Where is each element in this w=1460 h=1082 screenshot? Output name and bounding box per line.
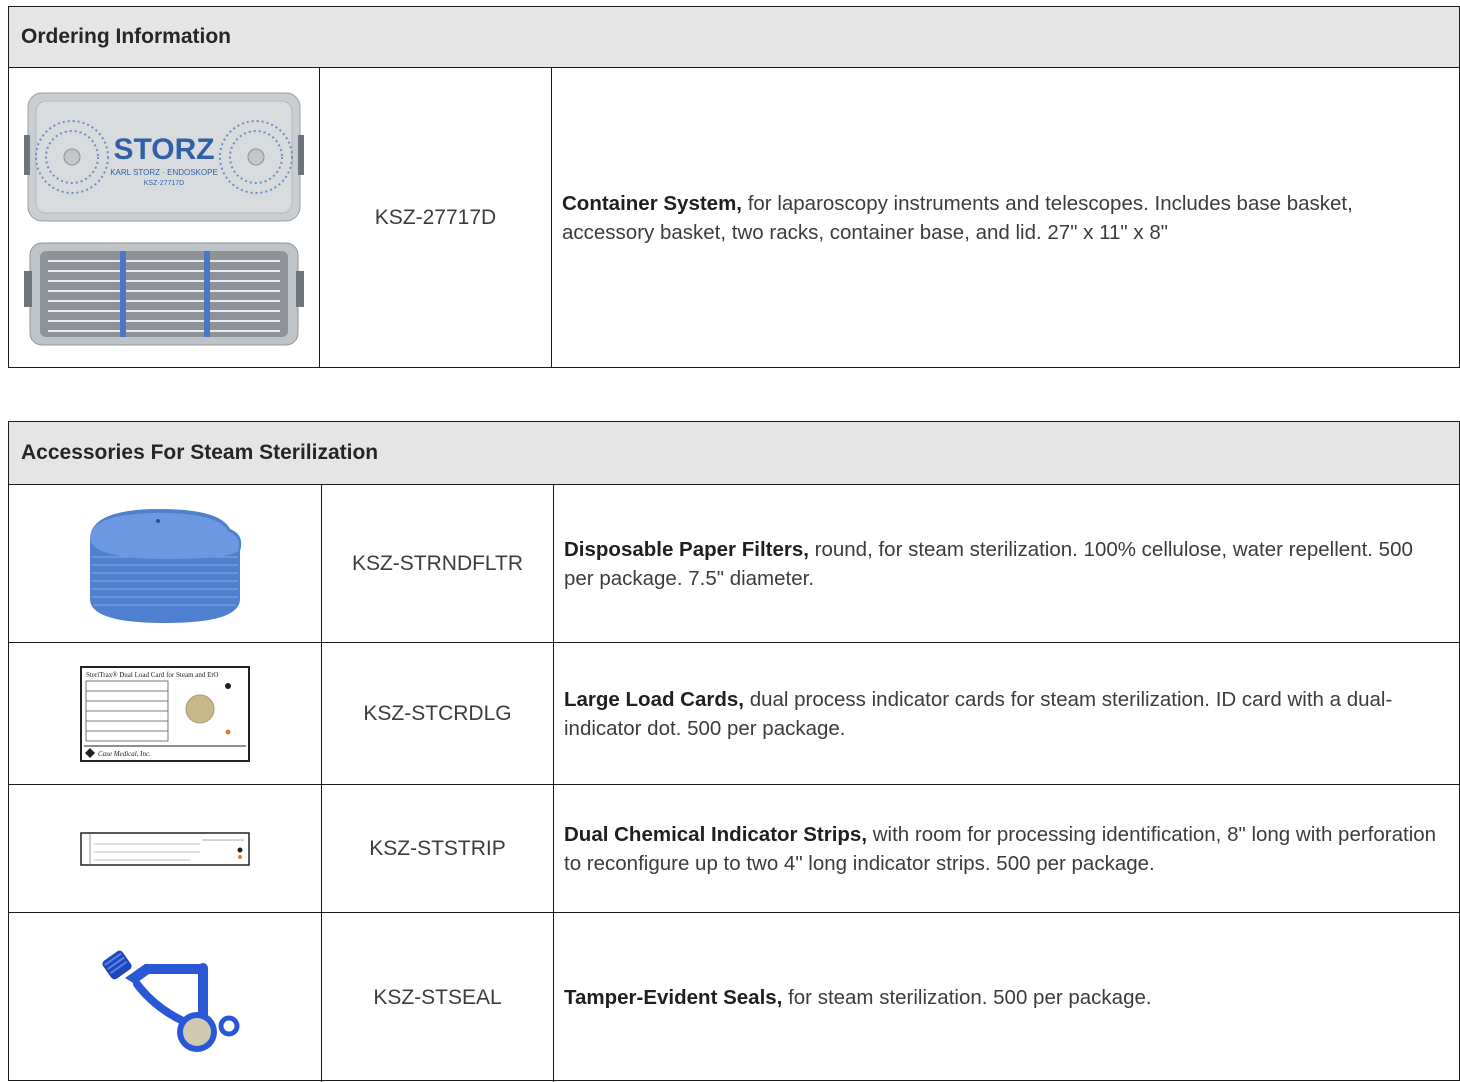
svg-text:SteriTrax® Dual Load Card for: SteriTrax® Dual Load Card for Steam and … [86, 671, 218, 679]
product-image-cell: SteriTrax® Dual Load Card for Steam and … [9, 643, 321, 784]
item-description: Tamper-Evident Seals, for steam steriliz… [553, 913, 1459, 1082]
svg-text:STORZ: STORZ [113, 133, 214, 166]
svg-text:Case Medical, Inc.: Case Medical, Inc. [98, 750, 151, 758]
item-code: KSZ-STSEAL [321, 913, 553, 1082]
item-description: Large Load Cards, dual process indicator… [553, 643, 1459, 784]
item-code: KSZ-27717D [319, 68, 551, 367]
item-code: KSZ-STSTRIP [321, 785, 553, 912]
indicator-strip-image [80, 831, 250, 866]
product-image-cell [9, 485, 321, 642]
load-card-image: SteriTrax® Dual Load Card for Steam and … [80, 665, 250, 762]
tamper-seal-image [102, 950, 240, 1052]
item-description: Dual Chemical Indicator Strips, with roo… [553, 785, 1459, 912]
table-row: KSZ-STRNDFLTR Disposable Paper Filters, … [9, 485, 1459, 643]
paper-filters-image [90, 508, 242, 623]
table-row: KSZ-STSTRIP Dual Chemical Indicator Stri… [9, 785, 1459, 913]
item-description: Container System, for laparoscopy instru… [551, 68, 1459, 367]
item-description: Disposable Paper Filters, round, for ste… [553, 485, 1459, 642]
item-code: KSZ-STCRDLG [321, 643, 553, 784]
item-title: Container System, [562, 191, 742, 215]
item-description-text: for steam sterilization. 500 per package… [782, 986, 1152, 1009]
svg-text:KSZ-27717D: KSZ-27717D [144, 180, 184, 187]
ordering-information-table: Ordering Information STORZ KARL STORZ · … [8, 6, 1460, 368]
product-image-cell [9, 785, 321, 912]
table-row: SteriTrax® Dual Load Card for Steam and … [9, 643, 1459, 785]
product-image-cell: STORZ KARL STORZ · ENDOSKOPE KSZ-27717D [9, 68, 319, 367]
storz-container-basket-image [24, 242, 304, 345]
ordering-information-header: Ordering Information [9, 7, 1459, 68]
accessories-header: Accessories For Steam Sterilization [9, 422, 1459, 485]
item-title: Dual Chemical Indicator Strips, [564, 822, 868, 846]
svg-text:KARL STORZ · ENDOSKOPE: KARL STORZ · ENDOSKOPE [110, 168, 218, 177]
item-title: Tamper-Evident Seals, [564, 986, 783, 1009]
item-title: Large Load Cards, [564, 687, 744, 711]
storz-container-lid-image: STORZ KARL STORZ · ENDOSKOPE KSZ-27717D [24, 92, 304, 221]
item-code: KSZ-STRNDFLTR [321, 485, 553, 642]
table-row: STORZ KARL STORZ · ENDOSKOPE KSZ-27717D [9, 68, 1459, 367]
product-image-cell [9, 913, 321, 1082]
table-row: KSZ-STSEAL Tamper-Evident Seals, for ste… [9, 913, 1459, 1082]
accessories-table: Accessories For Steam Sterilization KSZ-… [8, 421, 1460, 1082]
item-title: Disposable Paper Filters, [564, 537, 809, 561]
